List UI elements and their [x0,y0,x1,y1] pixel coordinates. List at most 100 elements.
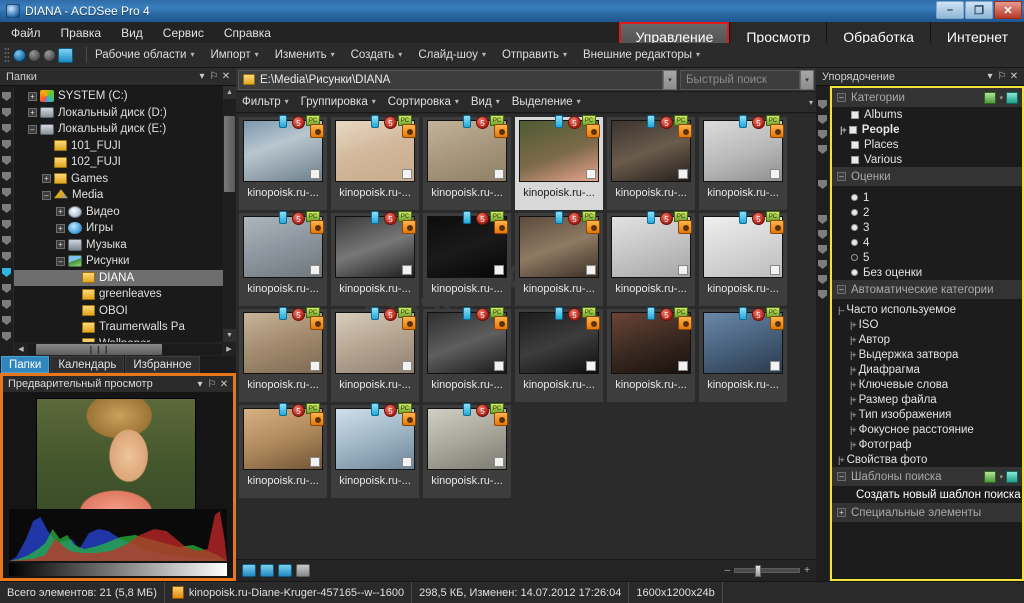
thumbnail-item[interactable]: 5 РС kinopoisk.ru-... [423,211,511,306]
tree-expander[interactable]: + [56,207,65,217]
organize-row-marker[interactable] [818,290,827,299]
scroll-left-icon[interactable]: ◀ [14,345,28,353]
thumbnail-item[interactable]: 5 РС kinopoisk.ru-... [423,115,511,210]
auto-category-expander[interactable]: |+ [850,440,857,450]
tree-row-marker[interactable] [2,268,11,277]
auto-category-expander[interactable]: |+ [850,335,857,345]
chevron-down-icon[interactable]: ▾ [984,71,996,82]
tree-expander[interactable]: – [28,124,37,134]
thumbnail-item[interactable]: 5 РС kinopoisk.ru-... [331,115,419,210]
folder-tree-item[interactable]: + Games [14,171,236,188]
auto-category-item[interactable]: |+ Размер файла [832,392,1022,407]
chevron-down-icon[interactable]: ▾ [999,473,1003,481]
tree-row-marker[interactable] [2,332,11,341]
thumbnail-item[interactable]: 5 РС kinopoisk.ru-... [239,115,327,210]
section-ratings[interactable]: – Оценки [832,167,1022,186]
auto-category-expander[interactable]: |+ [850,395,857,405]
organize-row-marker[interactable] [818,130,827,139]
category-checkbox[interactable] [848,125,857,134]
close-icon[interactable]: ✕ [218,379,230,390]
auto-category-item[interactable]: |+ Диафрагма [832,362,1022,377]
tree-expander[interactable]: + [28,91,37,101]
folder-tree-item[interactable]: + SYSTEM (C:) [14,88,236,105]
auto-category-expander[interactable]: |+ [850,410,857,420]
close-icon[interactable]: ✕ [220,71,232,82]
category-item[interactable]: Various [832,152,1022,167]
auto-category-item[interactable]: |+ Фотограф [832,437,1022,452]
section-toggle-icon[interactable]: – [837,472,846,481]
zoom-out-icon[interactable]: – [725,565,731,576]
category-item[interactable]: |+ People [832,122,1022,137]
folder-tree-item[interactable]: – Media [14,187,236,204]
auto-category-item[interactable]: |+ Ключевые слова [832,377,1022,392]
pin-icon[interactable]: ⚐ [208,71,220,82]
folder-tree-item[interactable]: DIANA [14,269,236,286]
organize-row-marker[interactable] [818,100,827,109]
auto-category-item[interactable]: |+ Фокусное расстояние [832,422,1022,437]
minimize-button[interactable]: – [936,1,964,19]
thumbnail-item[interactable]: 5 РС kinopoisk.ru-... [331,403,419,498]
thumbnail-item[interactable]: 5 РС kinopoisk.ru-... [699,115,787,210]
tree-row-marker[interactable] [2,188,11,197]
path-dropdown-button[interactable]: ▾ [663,69,677,90]
auto-category-item[interactable]: |+ Тип изображения [832,407,1022,422]
thumbnail-item[interactable]: 5 РС kinopoisk.ru-... [423,307,511,402]
auto-category-expander[interactable]: |+ [850,425,857,435]
thumbnail-item[interactable]: 5 РС kinopoisk.ru-... [699,211,787,306]
scroll-down-icon[interactable]: ▼ [223,329,236,342]
folder-tree-item[interactable]: – Рисунки [14,253,236,270]
thumbnail-item[interactable]: 5 РС kinopoisk.ru-... [239,307,327,402]
rating-item[interactable]: 5 [832,250,1022,265]
manage-icon[interactable] [1006,91,1018,104]
maximize-button[interactable]: ❐ [965,1,993,19]
folder-tree-item[interactable]: greenleaves [14,286,236,303]
organize-row-marker[interactable] [818,260,827,269]
folder-tree-item[interactable]: + Музыка [14,237,236,254]
organize-content[interactable]: – Категории ▾ Albums |+ People Places Various – О… [830,86,1024,581]
scroll-up-icon[interactable]: ▲ [223,86,236,99]
tree-row-marker[interactable] [2,236,11,245]
category-checkbox[interactable] [851,110,859,119]
tab-favorites[interactable]: Избранное [125,356,200,373]
folder-tree-item[interactable]: + Видео [14,204,236,221]
toolbar-create[interactable]: Создать ▾ [351,49,403,61]
section-toggle-icon[interactable]: – [837,172,846,181]
close-icon[interactable]: ✕ [1008,71,1020,82]
section-special-items[interactable]: + Специальные элементы [832,503,1022,522]
tree-row-marker[interactable] [2,220,11,229]
toolbar-send[interactable]: Отправить ▾ [502,49,567,61]
auto-category-item[interactable]: |+ Свойства фото [832,452,1022,467]
tree-row-marker[interactable] [2,140,11,149]
tree-row-marker[interactable] [2,300,11,309]
rotate-left-icon[interactable] [242,564,256,577]
back-icon[interactable] [13,48,26,62]
pin-icon[interactable]: ⚐ [206,379,218,390]
tab-folders[interactable]: Папки [1,356,50,373]
search-input[interactable]: Быстрый поиск [680,69,800,90]
tree-row-marker[interactable] [2,204,11,213]
chevron-down-icon[interactable]: ▾ [194,379,206,390]
path-input[interactable]: E:\Media\Рисунки\DIANA [238,69,663,90]
rating-item[interactable]: 1 [832,190,1022,205]
toolbar-grip[interactable] [4,47,9,63]
new-category-icon[interactable] [984,91,997,104]
toolbar-external-editors[interactable]: Внешние редакторы ▾ [583,49,700,61]
auto-category-item[interactable]: |+ ISO [832,317,1022,332]
tree-row-marker[interactable] [2,284,11,293]
zoom-thumb[interactable] [755,565,762,577]
rating-item[interactable]: 2 [832,205,1022,220]
thumbnail-item[interactable]: 5 РС kinopoisk.ru-... [331,307,419,402]
thumbnail-item[interactable]: 5 РС kinopoisk.ru-... [607,211,695,306]
tree-expander[interactable]: + [56,240,65,250]
thumbnail-item[interactable]: 5 РС kinopoisk.ru-... [515,115,603,210]
thumbnail-item[interactable]: 5 РС kinopoisk.ru-... [423,403,511,498]
zoom-track[interactable] [734,565,801,577]
view-menu[interactable]: Вид ▾ [471,96,500,108]
auto-category-expander[interactable]: |– [838,305,844,315]
tree-row-marker[interactable] [2,156,11,165]
flip-icon[interactable] [278,564,292,577]
zoom-in-icon[interactable]: + [804,565,810,576]
thumbnail-item[interactable]: 5 РС kinopoisk.ru-... [239,211,327,306]
auto-category-expander[interactable]: |+ [850,320,857,330]
tab-calendar[interactable]: Календарь [50,356,125,373]
